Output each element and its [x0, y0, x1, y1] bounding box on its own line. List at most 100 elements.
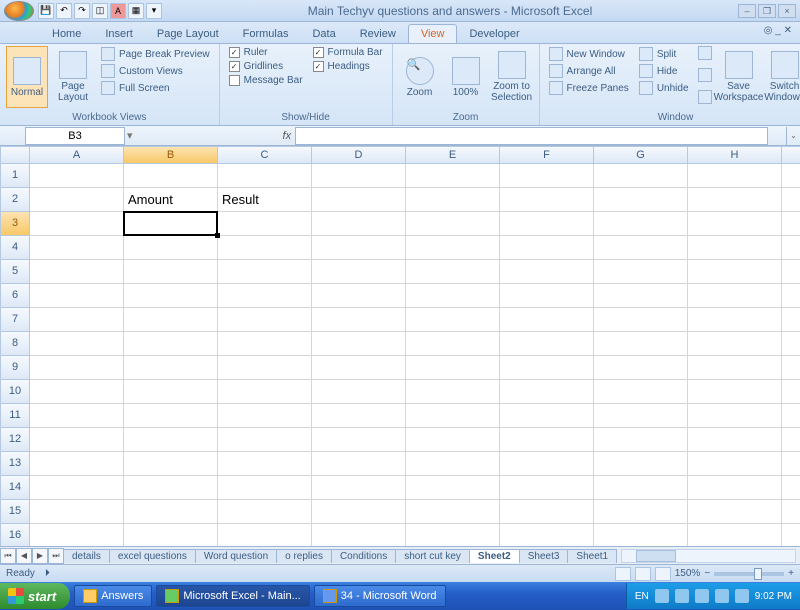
cell-I12[interactable] — [782, 428, 800, 452]
cell-I6[interactable] — [782, 284, 800, 308]
cell-H11[interactable] — [688, 404, 782, 428]
sheet-tab[interactable]: short cut key — [395, 549, 470, 563]
cell-D7[interactable] — [312, 308, 406, 332]
cell-A8[interactable] — [30, 332, 124, 356]
qat-icon[interactable]: ◫ — [92, 3, 108, 19]
cell-D12[interactable] — [312, 428, 406, 452]
cell-G2[interactable] — [594, 188, 688, 212]
normal-view-icon[interactable] — [615, 567, 631, 581]
cell-G3[interactable] — [594, 212, 688, 236]
page-break-preview-button[interactable]: Page Break Preview — [98, 46, 213, 62]
window-compare-icon[interactable] — [698, 46, 712, 60]
cell-G4[interactable] — [594, 236, 688, 260]
cell-C10[interactable] — [218, 380, 312, 404]
sheet-tab[interactable]: Word question — [195, 549, 277, 563]
cell-H13[interactable] — [688, 452, 782, 476]
cell-A15[interactable] — [30, 500, 124, 524]
cell-H6[interactable] — [688, 284, 782, 308]
cell-A3[interactable] — [30, 212, 124, 236]
column-header-E[interactable]: E — [406, 146, 500, 164]
macro-record-icon[interactable]: ⏵ — [45, 568, 50, 579]
cell-F1[interactable] — [500, 164, 594, 188]
window-sync-icon[interactable] — [698, 68, 712, 82]
cell-G16[interactable] — [594, 524, 688, 546]
cell-C6[interactable] — [218, 284, 312, 308]
row-header-1[interactable]: 1 — [0, 164, 30, 188]
row-header-10[interactable]: 10 — [0, 380, 30, 404]
cell-A5[interactable] — [30, 260, 124, 284]
cell-H8[interactable] — [688, 332, 782, 356]
hide-button[interactable]: Hide — [636, 63, 692, 79]
cell-B7[interactable] — [124, 308, 218, 332]
sheet-tab[interactable]: o replies — [276, 549, 332, 563]
cell-E13[interactable] — [406, 452, 500, 476]
worksheet-grid[interactable]: ABCDEFGHI 12345678910111213141516 Amount… — [0, 146, 800, 546]
restore-button[interactable]: ❐ — [758, 4, 776, 18]
cell-D14[interactable] — [312, 476, 406, 500]
tray-icon[interactable] — [735, 589, 749, 603]
cell-A9[interactable] — [30, 356, 124, 380]
message-bar-checkbox[interactable]: Message Bar — [226, 74, 306, 87]
tab-nav-next[interactable]: ▶ — [32, 548, 48, 564]
cell-A13[interactable] — [30, 452, 124, 476]
cell-E2[interactable] — [406, 188, 500, 212]
cell-H12[interactable] — [688, 428, 782, 452]
cell-F16[interactable] — [500, 524, 594, 546]
cell-A10[interactable] — [30, 380, 124, 404]
cell-H2[interactable] — [688, 188, 782, 212]
sheet-tab[interactable]: Conditions — [331, 549, 396, 563]
tray-icon[interactable] — [695, 589, 709, 603]
cell-G5[interactable] — [594, 260, 688, 284]
cell-H7[interactable] — [688, 308, 782, 332]
column-header-I[interactable]: I — [782, 146, 800, 164]
cell-G7[interactable] — [594, 308, 688, 332]
row-header-7[interactable]: 7 — [0, 308, 30, 332]
headings-checkbox[interactable]: ✓Headings — [310, 60, 386, 73]
page-layout-button[interactable]: Page Layout — [52, 46, 94, 108]
arrange-all-button[interactable]: Arrange All — [546, 63, 632, 79]
row-header-8[interactable]: 8 — [0, 332, 30, 356]
cell-G6[interactable] — [594, 284, 688, 308]
tray-icon[interactable] — [655, 589, 669, 603]
cell-I2[interactable] — [782, 188, 800, 212]
cell-G9[interactable] — [594, 356, 688, 380]
cell-B5[interactable] — [124, 260, 218, 284]
cell-B16[interactable] — [124, 524, 218, 546]
minimize-button[interactable]: – — [738, 4, 756, 18]
zoom-slider[interactable] — [714, 572, 784, 576]
zoom-out-button[interactable]: − — [704, 568, 710, 579]
gridlines-checkbox[interactable]: ✓Gridlines — [226, 60, 306, 73]
cell-B15[interactable] — [124, 500, 218, 524]
save-workspace-button[interactable]: Save Workspace — [718, 46, 760, 108]
cell-D8[interactable] — [312, 332, 406, 356]
cell-A11[interactable] — [30, 404, 124, 428]
cell-I8[interactable] — [782, 332, 800, 356]
tab-nav-prev[interactable]: ◀ — [16, 548, 32, 564]
sheet-tab[interactable]: Sheet1 — [567, 549, 617, 563]
cell-E14[interactable] — [406, 476, 500, 500]
cell-B12[interactable] — [124, 428, 218, 452]
cell-B11[interactable] — [124, 404, 218, 428]
cell-A6[interactable] — [30, 284, 124, 308]
new-window-button[interactable]: New Window — [546, 46, 632, 62]
cell-I14[interactable] — [782, 476, 800, 500]
zoom-100-button[interactable]: 100% — [445, 46, 487, 108]
tab-developer[interactable]: Developer — [457, 25, 531, 43]
cell-C4[interactable] — [218, 236, 312, 260]
cell-B13[interactable] — [124, 452, 218, 476]
cell-B1[interactable] — [124, 164, 218, 188]
zoom-button[interactable]: 🔍Zoom — [399, 46, 441, 108]
cell-D3[interactable] — [312, 212, 406, 236]
cell-A4[interactable] — [30, 236, 124, 260]
horizontal-scrollbar[interactable] — [621, 549, 796, 563]
cell-H5[interactable] — [688, 260, 782, 284]
row-header-2[interactable]: 2 — [0, 188, 30, 212]
row-header-3[interactable]: 3 — [0, 212, 30, 236]
cell-E8[interactable] — [406, 332, 500, 356]
cell-I9[interactable] — [782, 356, 800, 380]
cell-B8[interactable] — [124, 332, 218, 356]
cell-C2[interactable]: Result — [218, 188, 312, 212]
cell-H14[interactable] — [688, 476, 782, 500]
fill-handle[interactable] — [215, 233, 220, 238]
row-header-11[interactable]: 11 — [0, 404, 30, 428]
